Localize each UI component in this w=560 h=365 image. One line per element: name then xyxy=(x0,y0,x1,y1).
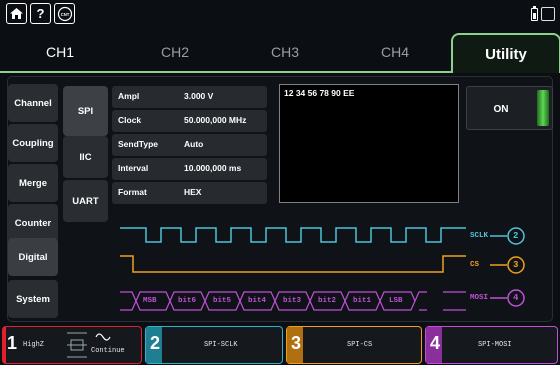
channel-1-load: HighZ xyxy=(23,341,45,349)
sine-icon xyxy=(95,333,111,341)
mosi-bit-label: bit4 xyxy=(248,297,267,305)
mosi-bit-label: MSB xyxy=(143,297,157,305)
channel-4-status[interactable]: 4 SPI-MOSI xyxy=(425,326,558,364)
impedance-icon xyxy=(67,332,87,358)
sclk-label: SCLK xyxy=(470,232,489,240)
channel-3-status[interactable]: 3 SPI-CS xyxy=(286,326,422,364)
channel-3-mode: SPI-CS xyxy=(347,341,373,349)
mosi-bit-label: bit2 xyxy=(318,297,337,305)
channel-4-mode: SPI-MOSI xyxy=(478,341,512,349)
mosi-label: MOSI xyxy=(470,294,489,302)
channel-1-mode: Continue xyxy=(91,347,125,355)
channel-1-number: 1 xyxy=(7,333,18,353)
waveform-display xyxy=(120,227,525,311)
channel-2-status[interactable]: 2 SPI-SCLK xyxy=(145,326,283,364)
channel-3-number: 3 xyxy=(291,333,302,353)
mosi-bit-label: bit5 xyxy=(213,297,232,305)
sclk-waveform xyxy=(120,227,466,243)
channel-2-number: 2 xyxy=(150,333,161,353)
cs-num: 3 xyxy=(513,260,519,270)
cs-label: CS xyxy=(470,261,480,269)
cs-waveform xyxy=(120,255,466,273)
sclk-num: 2 xyxy=(513,231,519,241)
channel-1-status[interactable]: 1 HighZ Continue xyxy=(2,326,142,364)
mosi-num: 4 xyxy=(513,293,519,303)
mosi-bit-label: bit1 xyxy=(353,297,372,305)
channel-2-mode: SPI-SCLK xyxy=(204,341,238,349)
mosi-bit-label: bit6 xyxy=(178,297,197,305)
mosi-bit-label: LSB xyxy=(389,297,403,305)
channel-4-number: 4 xyxy=(430,333,441,353)
mosi-bit-label: bit3 xyxy=(283,297,302,305)
channel-1-accent xyxy=(3,327,6,363)
